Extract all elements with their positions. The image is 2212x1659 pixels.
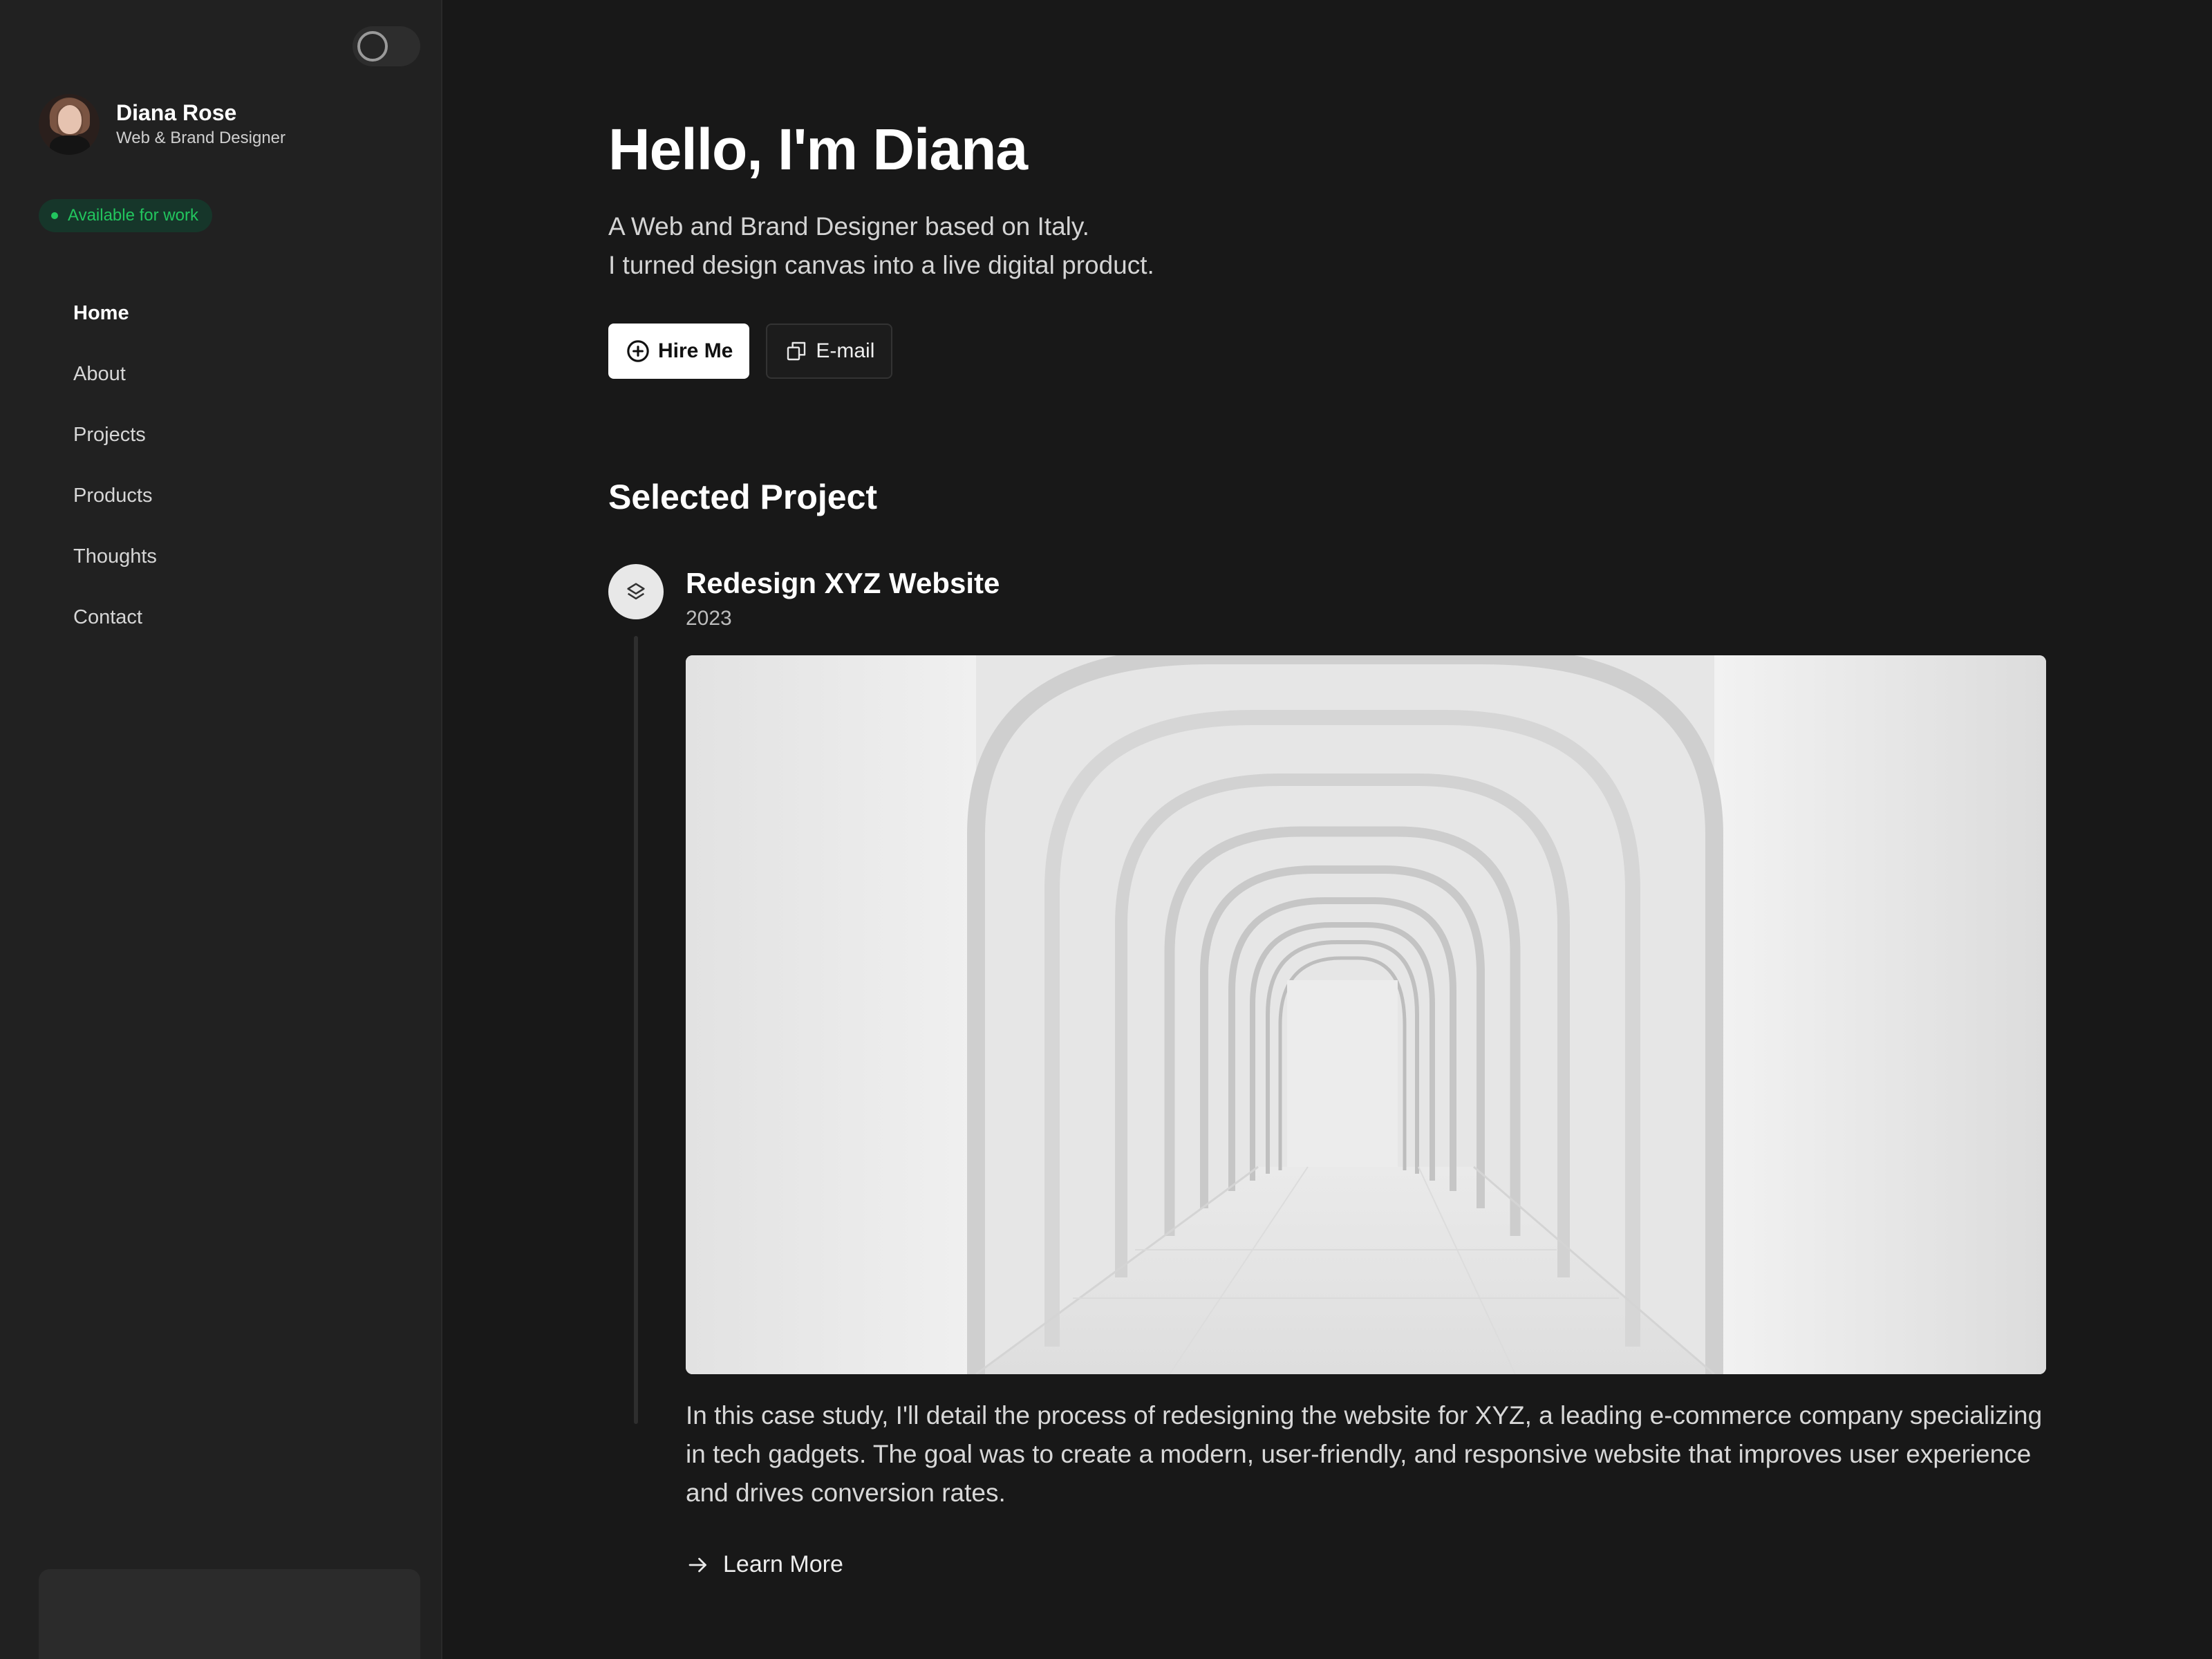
sidebar-item-projects[interactable]: Projects (73, 415, 157, 476)
project-year: 2023 (686, 607, 732, 630)
hero-actions: Hire Me E-mail (608, 324, 893, 379)
status-text: Available for work (68, 206, 198, 225)
status-badge: Available for work (39, 199, 212, 232)
layers-icon (608, 564, 664, 619)
timeline-line (634, 636, 638, 1424)
plus-circle-icon (627, 340, 649, 362)
sidebar-bottom-card (39, 1569, 420, 1659)
profile-name: Diana Rose (116, 100, 237, 125)
sidebar-item-products[interactable]: Products (73, 476, 157, 536)
email-label: E-mail (816, 339, 875, 362)
email-button[interactable]: E-mail (766, 324, 893, 379)
hero-subtitle-line-1: A Web and Brand Designer based on Italy. (608, 212, 1089, 241)
project-description: In this case study, I'll detail the proc… (686, 1401, 2043, 1507)
theme-toggle[interactable] (353, 26, 420, 66)
sidebar-item-home[interactable]: Home (73, 293, 157, 354)
toggle-knob (357, 31, 388, 62)
app: Diana Rose Web & Brand Designer Availabl… (0, 0, 2212, 1659)
project-title[interactable]: Redesign XYZ Website (686, 567, 1000, 600)
section-title: Selected Project (608, 478, 878, 516)
sidebar-nav: Home About Projects Products Thoughts Co… (73, 293, 157, 658)
sidebar-item-about[interactable]: About (73, 354, 157, 415)
status-dot-icon (51, 212, 58, 219)
copy-icon (787, 341, 806, 361)
profile: Diana Rose Web & Brand Designer (39, 94, 285, 155)
sidebar: Diana Rose Web & Brand Designer Availabl… (0, 0, 442, 1659)
learn-more-label: Learn More (723, 1551, 843, 1577)
arrow-right-icon (688, 1557, 706, 1572)
sidebar-item-thoughts[interactable]: Thoughts (73, 536, 157, 597)
hire-me-label: Hire Me (658, 339, 733, 362)
avatar (39, 94, 100, 155)
hero-subtitle-line-2: I turned design canvas into a live digit… (608, 251, 1154, 279)
sidebar-item-contact[interactable]: Contact (73, 597, 157, 658)
profile-role: Web & Brand Designer (116, 129, 286, 147)
project-image[interactable] (686, 655, 2046, 1374)
learn-more-link[interactable]: Learn More (686, 1551, 843, 1578)
page-title: Hello, I'm Diana (608, 117, 1028, 182)
hire-me-button[interactable]: Hire Me (608, 324, 750, 379)
hero-subtitle: A Web and Brand Designer based on Italy.… (608, 207, 1154, 285)
